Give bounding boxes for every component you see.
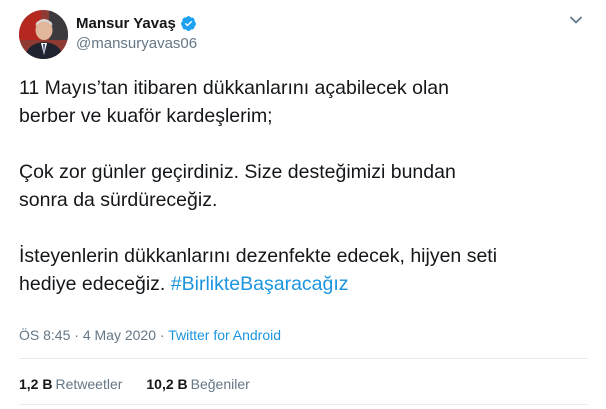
likes-label: Beğeniler	[190, 376, 250, 392]
tweet-meta: ÖS 8:45 · 4 May 2020 · Twitter for Andro…	[19, 327, 281, 343]
tweet-card: Mansur Yavaş @mansuryavas06 11 Mayıs’tan…	[0, 0, 606, 409]
tweet-line: sonra da sürdüreceğiz.	[19, 189, 218, 211]
divider	[19, 358, 588, 359]
avatar-image	[19, 10, 68, 59]
chevron-down-icon[interactable]	[568, 12, 584, 28]
likes-stat[interactable]: 10,2 B Beğeniler	[146, 376, 249, 392]
tweet-time[interactable]: ÖS 8:45	[19, 327, 70, 343]
source-link[interactable]: Twitter for Android	[168, 327, 281, 343]
tweet-line-text: hediye edeceğiz.	[19, 273, 171, 295]
tweet-stats: 1,2 B Retweetler 10,2 B Beğeniler	[19, 376, 274, 392]
meta-separator: ·	[156, 327, 169, 343]
meta-separator: ·	[70, 327, 83, 343]
handle[interactable]: @mansuryavas06	[76, 35, 197, 52]
hashtag-link[interactable]: #BirlikteBaşaracağız	[171, 273, 349, 295]
retweets-label: Retweetler	[55, 376, 123, 392]
tweet-line: 11 Mayıs’tan itibaren dükkanlarını açabi…	[19, 77, 449, 99]
tweet-line: hediye edeceğiz. #BirlikteBaşaracağız	[19, 270, 589, 298]
author-block: Mansur Yavaş @mansuryavas06	[76, 13, 197, 53]
likes-count: 10,2 B	[146, 376, 188, 392]
retweets-count: 1,2 B	[19, 376, 53, 392]
avatar[interactable]	[19, 10, 68, 59]
verified-badge-icon	[180, 15, 197, 32]
tweet-date[interactable]: 4 May 2020	[83, 327, 156, 343]
tweet-line: berber ve kuaför kardeşlerim;	[19, 105, 273, 127]
retweets-stat[interactable]: 1,2 B Retweetler	[19, 376, 122, 392]
tweet-text: 11 Mayıs’tan itibaren dükkanlarını açabi…	[19, 74, 589, 298]
tweet-line: İsteyenlerin dükkanlarını dezenfekte ede…	[19, 245, 498, 267]
divider	[19, 404, 588, 405]
tweet-line: Çok zor günler geçirdiniz. Size desteğim…	[19, 161, 456, 183]
display-name[interactable]: Mansur Yavaş	[76, 15, 176, 32]
